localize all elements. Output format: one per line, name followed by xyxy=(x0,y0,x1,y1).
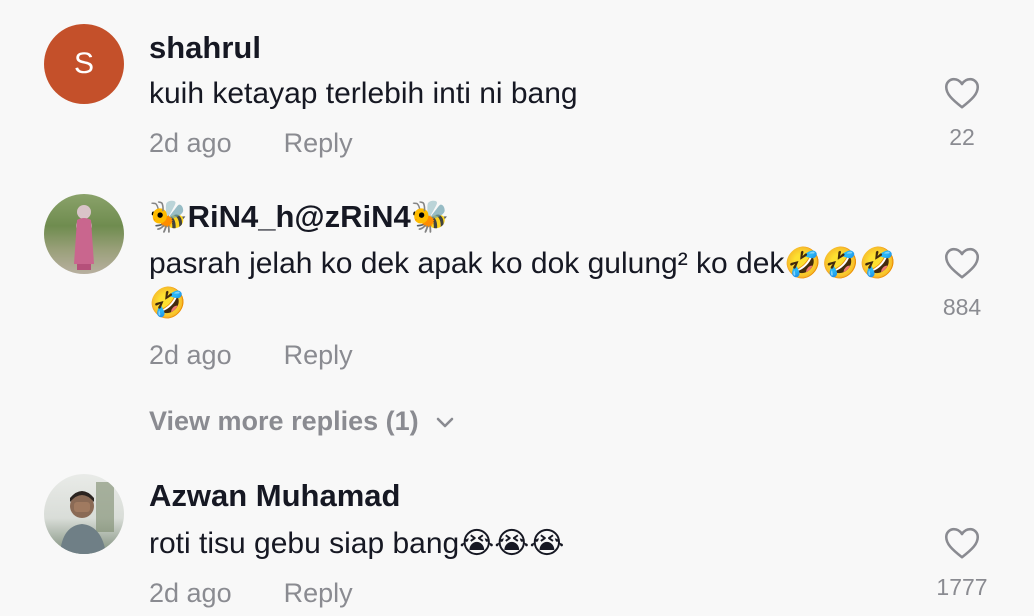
comment-text: pasrah jelah ko dek apak ko dok gulung² … xyxy=(149,247,897,320)
reply-button[interactable]: Reply xyxy=(284,128,353,158)
comment-meta: 2d ago Reply xyxy=(149,578,353,609)
reply-button[interactable]: Reply xyxy=(284,578,353,608)
comment-time: 2d ago xyxy=(149,128,232,158)
comment-username[interactable]: shahrul xyxy=(149,30,261,66)
view-more-replies-button[interactable]: View more replies (1) xyxy=(149,406,455,437)
comment-username[interactable]: Azwan Muhamad xyxy=(149,478,400,514)
comment-time: 2d ago xyxy=(149,340,232,370)
heart-outline-icon xyxy=(944,77,980,109)
like-count: 22 xyxy=(949,124,975,150)
view-more-label: View more replies (1) xyxy=(149,406,419,436)
avatar[interactable]: S xyxy=(44,24,124,104)
avatar-person-figure xyxy=(60,482,114,554)
comment-username[interactable]: 🐝RiN4_h@zRiN4🐝 xyxy=(149,198,449,235)
comment-time: 2d ago xyxy=(149,578,232,608)
avatar-letter: S xyxy=(73,47,94,80)
like-button[interactable]: 22 xyxy=(920,76,1004,151)
comment-text: kuih ketayap terlebih inti ni bang xyxy=(149,77,578,110)
heart-outline-icon xyxy=(944,247,980,279)
chevron-down-icon xyxy=(436,417,453,427)
comment-meta: 2d ago Reply xyxy=(149,128,353,159)
reply-button[interactable]: Reply xyxy=(284,340,353,370)
avatar[interactable] xyxy=(44,194,124,274)
comment-text: roti tisu gebu siap bang😭😭😭 xyxy=(149,527,565,560)
like-count: 1777 xyxy=(936,574,988,600)
avatar-person-figure xyxy=(74,205,94,270)
heart-outline-icon xyxy=(944,527,980,559)
comment-meta: 2d ago Reply xyxy=(149,340,353,371)
like-count: 884 xyxy=(942,294,982,320)
avatar[interactable] xyxy=(44,474,124,554)
like-button[interactable]: 884 xyxy=(920,246,1004,321)
like-button[interactable]: 1777 xyxy=(920,526,1004,601)
